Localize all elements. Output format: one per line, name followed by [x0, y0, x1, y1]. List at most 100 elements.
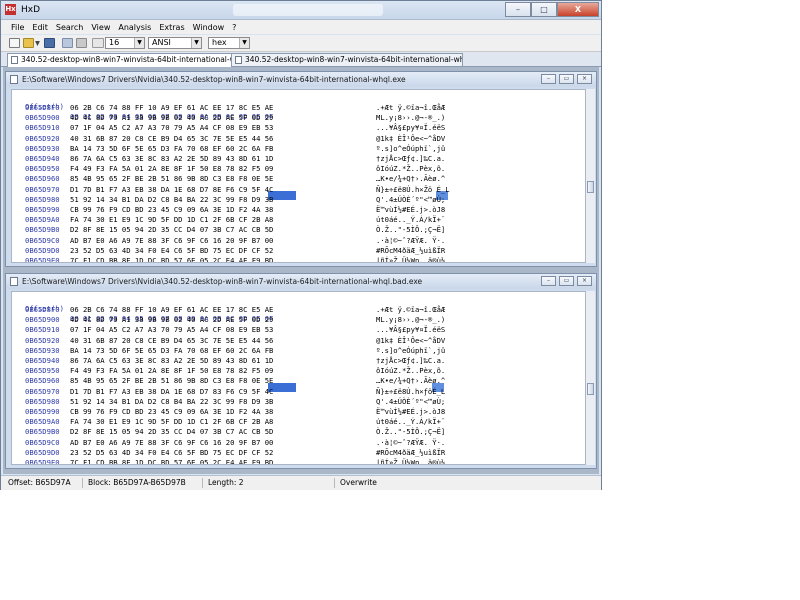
menu-view[interactable]: View	[91, 23, 110, 32]
menu-analysis[interactable]: Analysis	[118, 23, 151, 32]
hxd-app-icon[interactable]: Hx	[5, 4, 16, 15]
document-minimize-button[interactable]: –	[541, 276, 556, 286]
menu-file[interactable]: File	[11, 23, 24, 32]
offset-cell: 0B65D9A0	[25, 215, 60, 225]
offset-cell: 0B65D930	[25, 143, 60, 153]
ascii-cell: º.s]o^eÓúphï`,jû	[376, 143, 446, 153]
offset-cell: 0B65D900	[25, 315, 60, 325]
vertical-scrollbar[interactable]	[586, 89, 595, 263]
offset-cell: 0B65D8F0	[25, 103, 60, 112]
chevron-down-icon: ▼	[134, 38, 144, 48]
document-window-bad: E:\Software\Windows7 Drivers\Nvidia\340.…	[5, 273, 597, 469]
menu-edit[interactable]: Edit	[32, 23, 48, 32]
maximize-button[interactable]: □	[531, 2, 557, 17]
ascii-cell: .·à¦©~ˆ?ÆŸÆ. Ÿ·.	[376, 437, 446, 447]
menu-bar: File Edit Search View Analysis Extras Wi…	[1, 20, 601, 34]
title-bar[interactable]: Hx HxD – □ X	[1, 1, 601, 20]
document-controls: – ▭ ×	[538, 276, 592, 286]
ascii-cell: @1k‡ ÈÎ¹Ôe<~^åDV	[376, 133, 446, 143]
offset-cell: 0B65D9C0	[25, 235, 60, 245]
restore-icon: ▭	[563, 75, 570, 82]
ascii-cell: |ñÍ»Ž.Ü½Wn.,ä®ù½	[376, 458, 446, 465]
open-folder-icon[interactable]	[23, 38, 34, 48]
minimize-button[interactable]: –	[505, 2, 531, 17]
hex-bytes-cell: 23 52 D5 63 4D 34 F0 E4 C6 5F BD 75 EC D…	[70, 245, 274, 255]
open-dropdown-icon[interactable]	[35, 41, 40, 46]
offset-cell: 0B65D920	[25, 335, 60, 345]
offset-base-value: hex	[212, 38, 227, 47]
hex-bytes-cell: 07 1F 04 A5 C2 A7 A3 70 79 A5 A4 CF 08 E…	[70, 325, 274, 335]
document-restore-button[interactable]: ▭	[559, 74, 574, 84]
vertical-scrollbar[interactable]	[586, 291, 595, 465]
offset-cell: 0B65D910	[25, 325, 60, 335]
hex-editor-pane[interactable]: Offset(h) 00 01 02 03 04 05 06 07 08 09 …	[11, 89, 586, 263]
hex-bytes-cell: 40 31 6B 87 20 C8 CE B9 D4 65 3C 7E 5E E…	[70, 133, 274, 143]
hex-bytes-cell: CB 99 76 F9 CD BD 23 45 C9 09 6A 3E 1D F…	[70, 407, 274, 416]
hex-bytes-cell: 23 52 D5 63 4D 34 F0 E4 C6 5F BD 75 EC D…	[70, 447, 274, 457]
disk-icon[interactable]	[62, 38, 73, 48]
window-controls: – □ X	[505, 2, 599, 18]
offset-cell: 0B65D960	[25, 174, 60, 184]
hex-bytes-cell: FA 74 30 E1 E9 1C 9D 5F DD 1D C1 2F 6B C…	[70, 215, 274, 225]
file-icon	[235, 56, 242, 64]
hex-bytes-cell: F4 49 F3 FA 5A 01 2A 8E 8F 1F 50 E8 78 8…	[70, 164, 274, 174]
file-icon	[10, 277, 18, 286]
ascii-cell: .+Æt ÿ.©ïa¬î.ŒåÆ	[376, 103, 446, 112]
bytes-per-row-select[interactable]: 16 ▼	[105, 37, 145, 49]
offset-cell: 0B65D9A0	[25, 417, 60, 427]
ascii-cell: ...¥Â§£py¥¤Ï.éëS	[376, 123, 446, 133]
hex-bytes-cell: D2 8F 8E 15 05 94 2D 35 CC D4 07 3B C7 A…	[70, 427, 274, 437]
hex-bytes-cell: AD B7 E0 A6 A9 7E 88 3F C6 9F C6 16 20 9…	[70, 437, 274, 447]
document-close-button[interactable]: ×	[577, 276, 592, 286]
offset-cell: 0B65D920	[25, 133, 60, 143]
minimize-icon: –	[547, 277, 550, 284]
close-icon: ×	[581, 75, 588, 82]
columns-icon	[92, 38, 104, 48]
offset-cell: 0B65D940	[25, 154, 60, 163]
hex-bytes-cell: CB 99 76 F9 CD BD 23 45 C9 09 6A 3E 1D F…	[70, 205, 274, 214]
bytes-per-row-value: 16	[109, 38, 120, 47]
offset-cell: 0B65D930	[25, 345, 60, 355]
hex-header: Offset(h) 00 01 02 03 04 05 06 07 08 09 …	[12, 92, 273, 121]
chevron-down-icon: ▼	[191, 38, 201, 48]
hex-bytes-cell: 06 2B C6 74 88 FF 10 A9 EF 61 AC EE 17 8…	[70, 305, 274, 314]
offset-cell: 0B65D9B0	[25, 225, 60, 235]
hex-editor-pane[interactable]: Offset(h) 00 01 02 03 04 05 06 07 08 09 …	[11, 291, 586, 465]
menu-window[interactable]: Window	[193, 23, 225, 32]
ascii-cell: Ë™vùÍ½#EÉ.j>.òJ8	[376, 205, 446, 214]
charset-select[interactable]: ANSI ▼	[148, 37, 202, 49]
offset-cell: 0B65D900	[25, 113, 60, 123]
new-file-icon[interactable]	[9, 38, 20, 48]
scroll-thumb[interactable]	[587, 383, 594, 395]
hex-bytes-cell: 86 7A 6A C5 63 3E 8C 83 A2 2E 5D 89 43 8…	[70, 154, 274, 163]
status-block: Block: B65D97A-B65D97B	[85, 478, 203, 488]
document-title-bar[interactable]: E:\Software\Windows7 Drivers\Nvidia\340.…	[6, 274, 596, 289]
close-button[interactable]: X	[557, 2, 599, 17]
ascii-cell: Ò.Ž.."-5ÌÔ.;Ç¬Ë]	[376, 427, 446, 437]
status-mode[interactable]: Overwrite	[337, 478, 427, 488]
scroll-thumb[interactable]	[587, 181, 594, 193]
ascii-cell: ôIóúZ.*Ž..Pèx‚õ.	[376, 366, 446, 376]
tab-original-file[interactable]: 340.52-desktop-win8-win7-winvista-64bit-…	[7, 53, 232, 67]
menu-help[interactable]: ?	[232, 23, 236, 32]
tab-bad-file[interactable]: 340.52-desktop-win8-win7-winvista-64bit-…	[231, 53, 463, 66]
hex-bytes-cell: D1 7D B1 F7 A3 EB 38 DA 1E 68 D7 83 F6 C…	[70, 386, 274, 396]
tab-label: 340.52-desktop-win8-win7-winvista-64bit-…	[245, 55, 462, 64]
menu-extras[interactable]: Extras	[159, 23, 184, 32]
offset-base-select[interactable]: hex ▼	[208, 37, 250, 49]
file-icon	[10, 75, 18, 84]
save-icon[interactable]	[44, 38, 55, 48]
ram-icon[interactable]	[76, 38, 87, 48]
menu-search[interactable]: Search	[56, 23, 83, 32]
ascii-cell: ...¥Â§£py¥¤Ï.éëS	[376, 325, 446, 335]
document-title-bar[interactable]: E:\Software\Windows7 Drivers\Nvidia\340.…	[6, 72, 596, 87]
hex-bytes-cell: FA 74 30 E1 E9 1C 9D 5F DD 1D C1 2F 6B C…	[70, 417, 274, 427]
ascii-cell: #RÕcM4ðäÆ_½uìßÏR	[376, 245, 446, 255]
document-close-button[interactable]: ×	[577, 74, 592, 84]
document-restore-button[interactable]: ▭	[559, 276, 574, 286]
ascii-cell: Ñ}±÷£ë8Ú.h×Žö É_L	[376, 184, 450, 194]
hex-bytes-cell: 85 4B 95 65 2F BE 2B 51 86 9B 8D C3 E8 F…	[70, 376, 274, 386]
ascii-cell: |ñÍ»Ž.Ü½Wn.,ä®ù½	[376, 256, 446, 263]
offset-cell: 0B65D980	[25, 396, 60, 406]
document-minimize-button[interactable]: –	[541, 74, 556, 84]
